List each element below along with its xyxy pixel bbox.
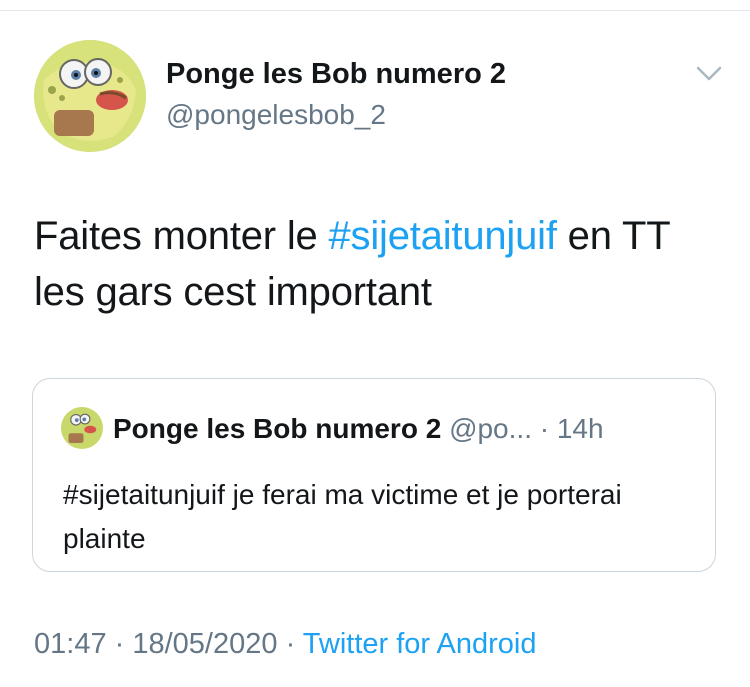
quoted-separator: · <box>531 413 557 444</box>
spongebob-avatar-icon <box>61 407 103 449</box>
quoted-tweet-card[interactable]: Ponge les Bob numero 2 @po... · 14h #sij… <box>32 378 716 572</box>
quoted-author-name[interactable]: Ponge les Bob numero 2 <box>113 413 441 444</box>
tweet-time[interactable]: 01:47 <box>34 628 107 660</box>
author-handle[interactable]: @pongelesbob_2 <box>166 99 386 131</box>
tweet-metadata: 01:47 · 18/05/2020 · Twitter for Android <box>34 628 536 661</box>
meta-separator: · <box>106 628 133 660</box>
quoted-tweet-header: Ponge les Bob numero 2 @po... · 14h <box>113 413 604 445</box>
top-divider <box>0 10 750 11</box>
author-avatar[interactable] <box>34 40 146 152</box>
quoted-tweet-text: #sijetaitunjuif je ferai ma victime et j… <box>63 479 622 554</box>
tweet-text: Faites monter le #sijetaitunjuif en TT l… <box>34 208 724 320</box>
spongebob-avatar-icon <box>34 40 146 152</box>
quoted-author-handle[interactable]: @po... <box>449 413 532 444</box>
tweet-date[interactable]: 18/05/2020 <box>132 628 277 660</box>
tweet-text-before: Faites monter le <box>34 214 329 258</box>
meta-separator: · <box>277 628 303 660</box>
author-display-name[interactable]: Ponge les Bob numero 2 <box>166 58 506 91</box>
chevron-down-icon[interactable] <box>694 62 724 86</box>
tweet-source-link[interactable]: Twitter for Android <box>303 628 537 660</box>
quoted-time[interactable]: 14h <box>557 413 604 444</box>
hashtag-link[interactable]: #sijetaitunjuif <box>329 214 557 258</box>
quoted-author-avatar[interactable] <box>61 407 103 449</box>
